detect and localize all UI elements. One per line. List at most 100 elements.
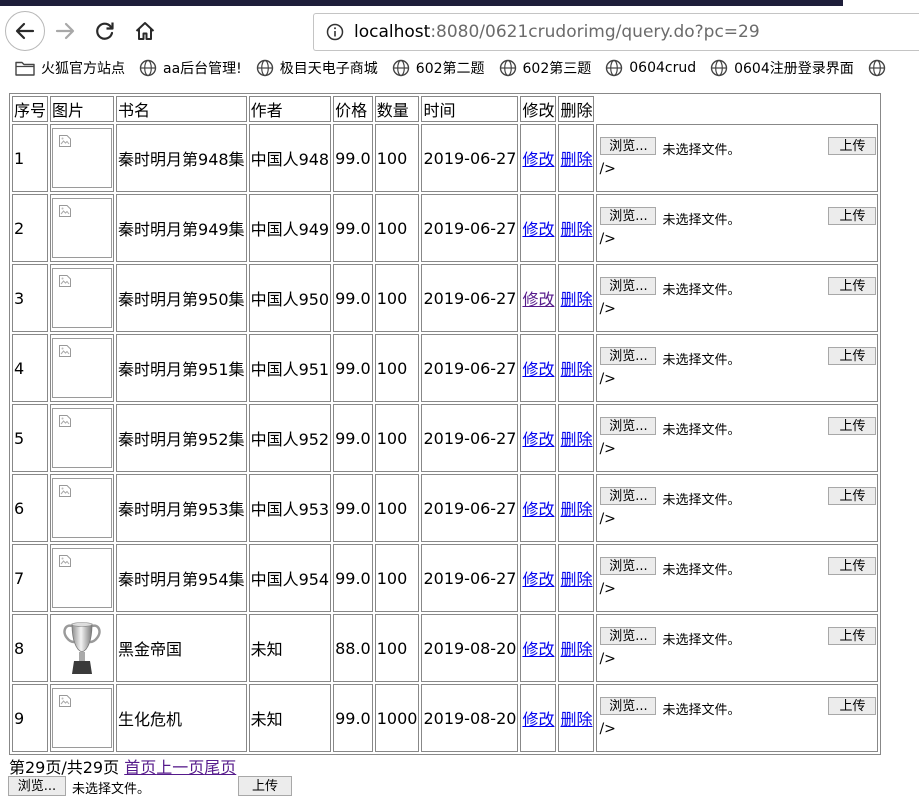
- row-number: 1: [12, 124, 49, 192]
- bookmark-folder-firefox-sites[interactable]: 火狐官方站点: [15, 58, 125, 78]
- upload-button[interactable]: 上传: [828, 207, 877, 225]
- upload-button[interactable]: 上传: [828, 347, 877, 365]
- home-button[interactable]: [125, 11, 165, 51]
- upload-button[interactable]: 上传: [828, 417, 877, 435]
- info-icon[interactable]: [326, 23, 344, 41]
- bookmark-item[interactable]: 602第三题: [499, 58, 591, 78]
- bookmark-item[interactable]: 极目天电子商城: [256, 58, 378, 78]
- no-file-text: 未选择文件。: [662, 143, 741, 158]
- edit-link[interactable]: 修改: [522, 290, 554, 309]
- delete-link[interactable]: 删除: [560, 570, 592, 589]
- browse-button[interactable]: 浏览...: [600, 487, 657, 505]
- browse-button[interactable]: 浏览...: [600, 347, 657, 365]
- delete-link[interactable]: 删除: [560, 430, 592, 449]
- edit-link[interactable]: 修改: [522, 640, 554, 659]
- edit-cell: 修改: [520, 334, 557, 402]
- bookmark-item[interactable]: [868, 59, 892, 77]
- first-page-link[interactable]: 首页: [124, 758, 156, 777]
- bookmark-label: aa后台管理!: [163, 61, 242, 77]
- delete-link[interactable]: 删除: [560, 220, 592, 239]
- browse-button[interactable]: 浏览...: [600, 277, 657, 295]
- table-row: 5 秦时明月第952集 中国人952 99.0 100 2019-06-27 修改 删除 浏览.…: [12, 404, 879, 472]
- upload-cell: 浏览... 未选择文件。 上传 />: [596, 404, 879, 472]
- delete-link[interactable]: 删除: [560, 640, 592, 659]
- upload-form: 浏览... 未选择文件。 上传 />: [598, 545, 877, 611]
- book-price: 99.0: [333, 194, 373, 262]
- browse-button[interactable]: 浏览...: [600, 697, 657, 715]
- browse-button[interactable]: 浏览...: [600, 207, 657, 225]
- delete-cell: 删除: [558, 544, 595, 612]
- book-image: [52, 268, 113, 328]
- upload-cell: 浏览... 未选择文件。 上传 />: [596, 264, 879, 332]
- edit-link[interactable]: 修改: [522, 710, 554, 729]
- book-image: [52, 198, 113, 258]
- edit-cell: 修改: [520, 404, 557, 472]
- edit-link[interactable]: 修改: [522, 360, 554, 379]
- edit-cell: 修改: [520, 684, 557, 752]
- book-image-cell: [50, 684, 115, 752]
- book-quantity: 100: [374, 614, 420, 682]
- stray-markup-text: />: [599, 651, 616, 667]
- upload-button[interactable]: 上传: [828, 487, 877, 505]
- book-quantity: 100: [374, 334, 420, 402]
- bookmark-item[interactable]: 602第二题: [392, 58, 485, 78]
- delete-link[interactable]: 删除: [560, 360, 592, 379]
- home-icon: [135, 22, 155, 40]
- broken-image-icon: [59, 135, 72, 147]
- upload-button[interactable]: 上传: [238, 776, 292, 796]
- bookmarks-toolbar: 火狐官方站点 aa后台管理! 极目天电子商城 602第二题 602第三题 060…: [0, 56, 919, 80]
- row-number: 7: [12, 544, 49, 612]
- prev-page-link[interactable]: 上一页: [156, 758, 204, 777]
- broken-image-icon: [59, 695, 72, 707]
- upload-cell: 浏览... 未选择文件。 上传 />: [596, 334, 879, 402]
- delete-link[interactable]: 删除: [560, 500, 592, 519]
- bookmark-item[interactable]: 0604crud: [605, 59, 696, 77]
- no-file-text: 未选择文件。: [662, 633, 741, 648]
- broken-image-icon: [59, 555, 72, 567]
- edit-link[interactable]: 修改: [522, 500, 554, 519]
- bookmark-label: 火狐官方站点: [41, 61, 125, 77]
- no-file-text: 未选择文件。: [662, 493, 741, 508]
- upload-button[interactable]: 上传: [828, 697, 877, 715]
- globe-icon: [710, 59, 728, 77]
- edit-link[interactable]: 修改: [522, 430, 554, 449]
- trophy-icon: [63, 622, 101, 674]
- book-title: 秦时明月第952集: [116, 404, 247, 472]
- globe-icon: [139, 59, 157, 77]
- edit-link[interactable]: 修改: [522, 220, 554, 239]
- book-author: 中国人948: [248, 124, 332, 192]
- upload-button[interactable]: 上传: [828, 277, 877, 295]
- no-file-text: 未选择文件。: [662, 563, 741, 578]
- back-button[interactable]: [5, 11, 45, 51]
- forward-button[interactable]: [45, 11, 85, 51]
- table-row: 3 秦时明月第950集 中国人950 99.0 100 2019-06-27 修改 删除 浏览.…: [12, 264, 879, 332]
- delete-link[interactable]: 删除: [560, 150, 592, 169]
- upload-button[interactable]: 上传: [828, 137, 877, 155]
- book-author: 中国人954: [248, 544, 332, 612]
- edit-link[interactable]: 修改: [522, 150, 554, 169]
- last-page-link[interactable]: 尾页: [204, 758, 236, 777]
- row-number: 4: [12, 334, 49, 402]
- bookmark-item[interactable]: 0604注册登录界面: [710, 58, 854, 78]
- book-quantity: 100: [374, 404, 420, 472]
- upload-button[interactable]: 上传: [828, 627, 877, 645]
- browse-button[interactable]: 浏览...: [600, 627, 657, 645]
- browse-button[interactable]: 浏览...: [8, 776, 66, 796]
- delete-link[interactable]: 删除: [560, 710, 592, 729]
- bookmark-item[interactable]: aa后台管理!: [139, 58, 242, 78]
- browse-button[interactable]: 浏览...: [600, 417, 657, 435]
- browse-button[interactable]: 浏览...: [600, 137, 657, 155]
- edit-link[interactable]: 修改: [522, 570, 554, 589]
- column-header-edit: 修改: [520, 96, 557, 122]
- url-text[interactable]: localhost:8080/0621crudorimg/query.do?pc…: [354, 22, 760, 42]
- book-date: 2019-06-27: [421, 264, 519, 332]
- browse-button[interactable]: 浏览...: [600, 557, 657, 575]
- upload-button[interactable]: 上传: [828, 557, 877, 575]
- book-image-cell: [50, 194, 115, 262]
- folder-icon: [15, 61, 35, 76]
- globe-icon: [868, 59, 885, 77]
- delete-link[interactable]: 删除: [560, 290, 592, 309]
- address-bar[interactable]: localhost:8080/0621crudorimg/query.do?pc…: [313, 13, 919, 51]
- reload-button[interactable]: [85, 11, 125, 51]
- table-row: 1 秦时明月第948集 中国人948 99.0 100 2019-06-27 修改 删除 浏览.…: [12, 124, 879, 192]
